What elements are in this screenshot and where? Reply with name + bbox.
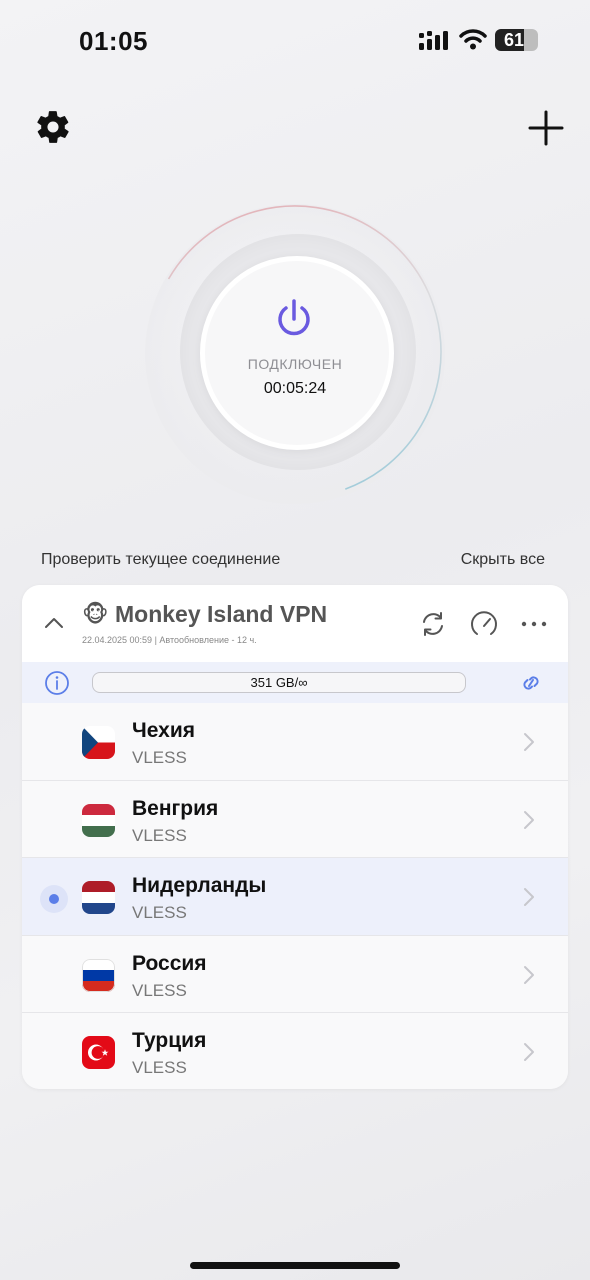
server-protocol: VLESS — [132, 1058, 187, 1077]
speedometer-icon[interactable] — [469, 609, 499, 639]
server-protocol: VLESS — [132, 980, 187, 1000]
battery-indicator: 61 — [495, 29, 538, 51]
selected-indicator — [40, 885, 68, 913]
flag-hungary-icon — [82, 803, 115, 837]
server-name: Россия — [132, 951, 207, 975]
flag-turkey-icon — [82, 1036, 115, 1069]
server-row-hungary[interactable]: Венгрия VLESS — [22, 780, 568, 858]
server-row-netherlands[interactable]: Нидерланды VLESS — [22, 858, 568, 936]
subscription-meta: 22.04.2025 00:59 | Автообновление - 12 ч… — [82, 635, 257, 645]
server-name: Нидерланды — [132, 874, 267, 897]
subscription-card: 🐵 Monkey Island VPN 22.04.2025 00:59 | А… — [22, 585, 568, 1089]
battery-percent: 61 — [503, 30, 525, 50]
chevron-right-icon — [524, 733, 534, 751]
server-name: Чехия — [132, 719, 195, 742]
connection-timer: 00:05:24 — [263, 380, 327, 397]
subscription-name: 🐵 Monkey Island VPN — [82, 601, 327, 628]
status-time: 01:05 — [79, 26, 148, 56]
flag-russia-icon — [82, 958, 115, 992]
wifi-icon — [459, 29, 487, 50]
status-bar: 01:05 61 — [0, 0, 590, 80]
server-protocol: VLESS — [132, 903, 187, 922]
traffic-bar: 351 GB/∞ — [22, 662, 568, 703]
power-button[interactable] — [200, 256, 394, 450]
server-row-turkey[interactable]: Турция VLESS — [22, 1013, 568, 1089]
hide-all-link[interactable]: Скрыть все — [461, 551, 545, 569]
more-icon[interactable] — [519, 609, 549, 639]
server-protocol: VLESS — [132, 825, 187, 845]
traffic-usage: 351 GB/∞ — [92, 672, 466, 693]
chevron-right-icon — [524, 965, 534, 984]
plus-icon[interactable] — [528, 110, 564, 146]
subscription-title: Monkey Island VPN — [114, 601, 328, 627]
power-icon — [278, 299, 310, 336]
server-name: Турция — [132, 1029, 207, 1052]
refresh-icon[interactable] — [418, 609, 448, 639]
chevron-up-icon[interactable] — [42, 613, 66, 633]
flag-czechia-icon — [82, 726, 115, 759]
server-name: Венгрия — [132, 796, 219, 820]
server-row-russia[interactable]: Россия VLESS — [22, 935, 568, 1013]
server-row-czechia[interactable]: Чехия VLESS — [22, 703, 568, 781]
home-indicator[interactable] — [190, 1262, 400, 1269]
info-icon[interactable] — [44, 670, 70, 696]
connection-widget: ПОДКЛЮЧЕН 00:05:24 — [145, 204, 445, 504]
monkey-emoji: 🐵 — [82, 601, 109, 627]
chevron-right-icon — [524, 1043, 534, 1061]
server-list: Чехия VLESS Венгрия VLESS Нидерланды VLE… — [22, 703, 568, 1089]
connection-status: ПОДКЛЮЧЕН — [247, 356, 343, 372]
link-icon[interactable] — [518, 671, 544, 695]
gear-icon[interactable] — [34, 108, 72, 146]
flag-netherlands-icon — [82, 881, 115, 914]
check-connection-link[interactable]: Проверить текущее соединение — [41, 551, 280, 569]
chevron-right-icon — [524, 810, 534, 829]
cellular-signal-icon — [419, 31, 448, 50]
chevron-right-icon — [524, 888, 534, 906]
server-protocol: VLESS — [132, 748, 187, 767]
subscription-header: 🐵 Monkey Island VPN 22.04.2025 00:59 | А… — [22, 585, 568, 662]
